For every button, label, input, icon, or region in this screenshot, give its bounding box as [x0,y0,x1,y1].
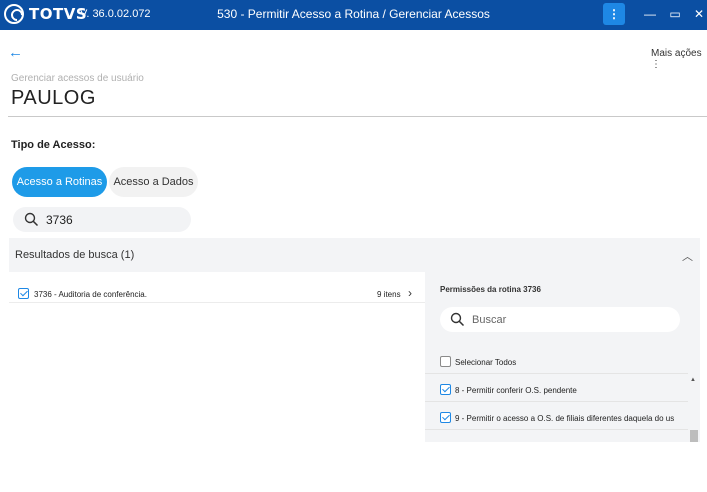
scrollbar[interactable]: ▲ [688,375,698,442]
window-menu-button[interactable]: ⋮ [603,3,625,25]
search-value: 3736 [46,213,73,227]
access-type-label: Tipo de Acesso: [11,139,96,151]
search-input[interactable]: 3736 [13,207,191,232]
window-titlebar: TOTVS V. 36.0.02.072 530 - Permitir Aces… [0,0,707,30]
more-actions-button[interactable]: Mais ações ⋮ [651,48,707,70]
permissions-title: Permissões da rotina 3736 [440,285,541,294]
permission-label: 8 - Permitir conferir O.S. pendente [455,386,577,395]
permission-item[interactable]: 9 - Permitir o acesso a O.S. de filiais … [425,402,688,430]
item-checkbox[interactable] [18,288,29,299]
close-icon[interactable]: ✕ [691,7,707,21]
item-count: 9 itens [377,290,401,299]
results-header-label: Resultados de busca (1) [15,249,135,261]
scroll-thumb[interactable] [690,430,698,442]
search-icon [450,312,465,327]
header-divider [8,116,707,117]
chevron-up-icon[interactable]: ︿ [682,248,693,264]
permission-label: 9 - Permitir o acesso a O.S. de filiais … [455,414,675,423]
permissions-search-input[interactable]: Buscar [440,307,680,332]
tab-acesso-rotinas[interactable]: Acesso a Rotinas [12,167,107,197]
select-all-label: Selecionar Todos [455,358,517,367]
permission-checkbox[interactable] [440,384,451,395]
page-subtitle: Gerenciar acessos de usuário [11,73,144,84]
chevron-right-icon[interactable]: › [408,286,412,300]
back-arrow-icon[interactable]: ← [8,44,23,61]
maximize-icon[interactable]: ▭ [667,7,683,21]
permission-item[interactable]: 8 - Permitir conferir O.S. pendente [425,374,688,402]
permissions-search-placeholder: Buscar [472,314,507,326]
select-all-row[interactable]: Selecionar Todos [425,346,688,374]
list-item[interactable]: 3736 - Auditoria de conferência. 9 itens… [9,278,425,303]
permissions-panel: Permissões da rotina 3736 Buscar Selecio… [425,272,700,442]
results-list: 3736 - Auditoria de conferência. 9 itens… [9,272,425,442]
select-all-checkbox[interactable] [440,356,451,367]
tab-acesso-dados[interactable]: Acesso a Dados [109,167,198,197]
minimize-icon[interactable]: — [642,7,658,21]
window-title: 530 - Permitir Acesso a Rotina / Gerenci… [217,7,490,21]
page-title: PAULOG [11,87,96,109]
permission-checkbox[interactable] [440,412,451,423]
results-header[interactable]: Resultados de busca (1) ︿ [9,238,700,272]
search-icon [24,212,39,227]
scroll-up-icon[interactable]: ▲ [690,377,696,383]
item-label: 3736 - Auditoria de conferência. [34,290,147,299]
